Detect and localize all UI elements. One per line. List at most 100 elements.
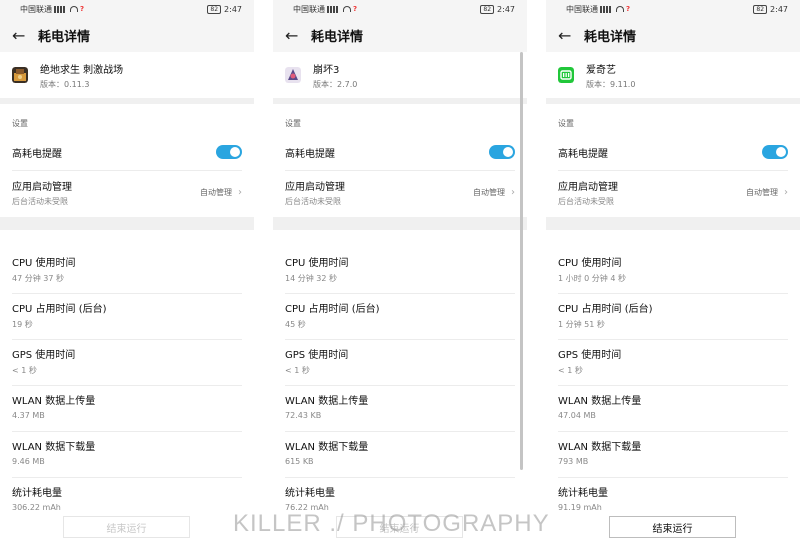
wifi-icon <box>616 6 624 12</box>
launch-management-value[interactable]: 自动管理 › <box>200 187 242 198</box>
page-title: 耗电详情 <box>584 29 637 45</box>
section-separator <box>546 217 800 230</box>
stat-cpu-time: CPU 使用时间 14 分钟 32 秒 <box>273 248 527 293</box>
stat-label: WLAN 数据上传量 <box>558 396 642 407</box>
back-arrow-icon[interactable]: ← <box>285 26 311 45</box>
stat-label: 统计耗电量 <box>558 488 608 499</box>
high-power-alert-toggle[interactable] <box>489 145 515 159</box>
stat-value: 4.37 MB <box>12 411 45 420</box>
stat-value: 19 秒 <box>12 320 33 329</box>
app-version: 版本：0.11.3 <box>40 79 90 89</box>
app-header: ← 耗电详情 <box>273 18 527 52</box>
settings-section-label: 设置 <box>12 119 28 128</box>
stat-wlan-download: WLAN 数据下载量 615 KB <box>273 432 527 477</box>
stat-value: 1 分钟 51 秒 <box>558 320 605 329</box>
stat-value: 14 分钟 32 秒 <box>285 274 337 283</box>
battery-icon: 82 <box>753 4 768 14</box>
alert-icon: ? <box>80 5 85 13</box>
alert-icon: ? <box>353 5 358 13</box>
settings-section-label: 设置 <box>285 119 301 128</box>
app-info: 爱奇艺 版本：9.11.0 <box>546 52 800 98</box>
launch-management-label: 应用启动管理 <box>558 181 618 193</box>
high-power-alert-label: 高耗电提醒 <box>558 148 608 160</box>
stat-value: 47.04 MB <box>558 411 596 420</box>
stat-value: 9.46 MB <box>12 457 45 466</box>
stat-label: CPU 使用时间 <box>285 258 349 269</box>
end-process-button[interactable]: 结束运行 <box>63 516 190 538</box>
high-power-alert-toggle[interactable] <box>762 145 788 159</box>
high-power-alert-toggle[interactable] <box>216 145 242 159</box>
launch-management-row[interactable]: 应用启动管理 后台活动未受限 自动管理 › <box>546 171 800 213</box>
signal-icon <box>327 5 341 13</box>
auto-manage-label: 自动管理 <box>473 187 505 197</box>
app-info: 绝地求生 刺激战场 版本：0.11.3 <box>0 52 254 98</box>
alert-icon: ? <box>626 5 631 13</box>
back-arrow-icon[interactable]: ← <box>558 26 584 45</box>
launch-management-label: 应用启动管理 <box>285 181 345 193</box>
stat-gps-time: GPS 使用时间 < 1 秒 <box>546 340 800 385</box>
stat-label: CPU 使用时间 <box>558 258 622 269</box>
stats-list: CPU 使用时间 47 分钟 37 秒 CPU 占用时间 (后台) 19 秒 G… <box>0 230 254 523</box>
app-name: 绝地求生 刺激战场 <box>40 64 124 76</box>
iqiyi-app-icon <box>558 67 574 83</box>
carrier-label: 中国联通 <box>293 4 325 14</box>
chevron-right-icon: › <box>511 186 515 198</box>
stats-list: CPU 使用时间 1 小时 0 分钟 4 秒 CPU 占用时间 (后台) 1 分… <box>546 230 800 523</box>
stat-wlan-upload: WLAN 数据上传量 4.37 MB <box>0 386 254 431</box>
launch-management-value[interactable]: 自动管理 › <box>473 187 515 198</box>
stat-value: < 1 秒 <box>285 366 310 375</box>
stat-cpu-background: CPU 占用时间 (后台) 45 秒 <box>273 294 527 339</box>
battery-icon: 82 <box>480 4 495 14</box>
high-power-alert-label: 高耗电提醒 <box>285 148 335 160</box>
stat-label: GPS 使用时间 <box>285 350 349 361</box>
phone-screen-3: 中国联通 ? 82 2:47 ← 耗电详情 爱奇艺 版本：9.11.0 设置 高… <box>546 0 800 550</box>
app-version: 版本：2.7.0 <box>313 79 358 89</box>
stat-wlan-download: WLAN 数据下载量 9.46 MB <box>0 432 254 477</box>
auto-manage-label: 自动管理 <box>200 187 232 197</box>
stat-value: 47 分钟 37 秒 <box>12 274 64 283</box>
launch-management-row[interactable]: 应用启动管理 后台活动未受限 自动管理 › <box>273 171 527 213</box>
stat-value: < 1 秒 <box>12 366 37 375</box>
stat-label: WLAN 数据下载量 <box>12 442 96 453</box>
app-name: 爱奇艺 <box>586 64 616 76</box>
stat-label: CPU 占用时间 (后台) <box>558 304 653 315</box>
clock: 2:47 <box>497 4 515 14</box>
end-process-button[interactable]: 结束运行 <box>609 516 736 538</box>
stat-wlan-upload: WLAN 数据上传量 72.43 KB <box>273 386 527 431</box>
scrollbar[interactable] <box>520 52 523 470</box>
high-power-alert-label: 高耗电提醒 <box>12 148 62 160</box>
chevron-right-icon: › <box>238 186 242 198</box>
pubg-app-icon <box>12 67 28 83</box>
stat-value: < 1 秒 <box>558 366 583 375</box>
clock: 2:47 <box>224 4 242 14</box>
stat-label: WLAN 数据上传量 <box>285 396 369 407</box>
stat-label: CPU 占用时间 (后台) <box>12 304 107 315</box>
stat-label: GPS 使用时间 <box>558 350 622 361</box>
back-arrow-icon[interactable]: ← <box>12 26 38 45</box>
launch-management-sub: 后台活动未受限 <box>12 196 68 206</box>
launch-management-row[interactable]: 应用启动管理 后台活动未受限 自动管理 › <box>0 171 254 213</box>
launch-management-value[interactable]: 自动管理 › <box>746 187 788 198</box>
app-version: 版本：9.11.0 <box>586 79 636 89</box>
stat-value: 91.19 mAh <box>558 503 602 512</box>
chevron-right-icon: › <box>784 186 788 198</box>
stat-value: 793 MB <box>558 457 589 466</box>
phone-screen-1: 中国联通 ? 82 2:47 ← 耗电详情 绝地求生 刺激战场 版本：0.11.… <box>0 0 254 550</box>
stat-label: 统计耗电量 <box>12 488 62 499</box>
carrier-label: 中国联通 <box>20 4 52 14</box>
app-header: ← 耗电详情 <box>0 18 254 52</box>
launch-management-sub: 后台活动未受限 <box>285 196 341 206</box>
battery-icon: 82 <box>207 4 222 14</box>
carrier-label: 中国联通 <box>566 4 598 14</box>
high-power-alert-row: 高耗电提醒 <box>546 134 800 170</box>
status-bar: 中国联通 ? 82 2:47 <box>273 0 527 18</box>
stat-gps-time: GPS 使用时间 < 1 秒 <box>273 340 527 385</box>
watermark: KILLER ./ PHOTOGRAPHY <box>233 510 550 537</box>
stat-wlan-upload: WLAN 数据上传量 47.04 MB <box>546 386 800 431</box>
status-bar: 中国联通 ? 82 2:47 <box>0 0 254 18</box>
stat-label: WLAN 数据下载量 <box>558 442 642 453</box>
honkai-app-icon <box>285 67 301 83</box>
stat-label: GPS 使用时间 <box>12 350 76 361</box>
stat-label: 统计耗电量 <box>285 488 335 499</box>
stat-cpu-time: CPU 使用时间 47 分钟 37 秒 <box>0 248 254 293</box>
